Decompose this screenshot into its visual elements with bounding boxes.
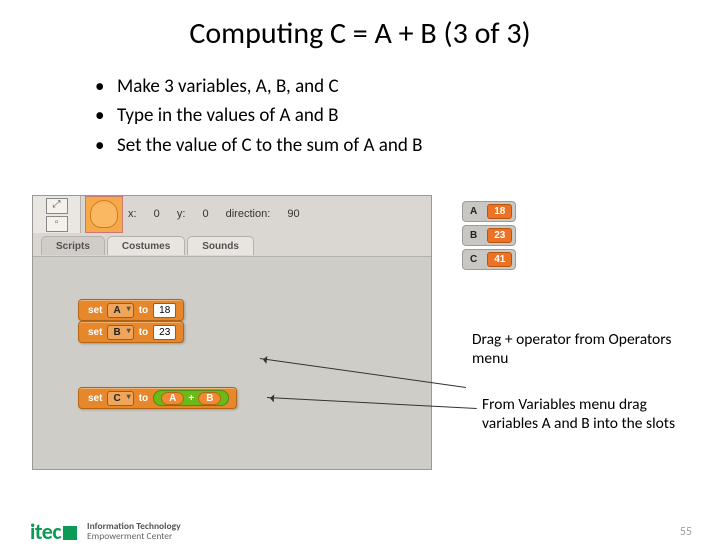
footer: itec Information TechnologyEmpowerment C… xyxy=(30,518,181,545)
monitor-a: A 18 xyxy=(462,201,516,222)
value-input-a[interactable]: 18 xyxy=(153,303,176,318)
y-value: 0 xyxy=(202,208,208,220)
bullet-list: Make 3 variables, A, B, and C Type in th… xyxy=(95,72,720,160)
to-label: to xyxy=(139,305,148,316)
annotation-1: Drag + operator from Operators menu xyxy=(472,330,682,369)
tab-costumes[interactable]: Costumes xyxy=(107,236,185,255)
var-dropdown-b[interactable]: B xyxy=(107,325,133,340)
tab-scripts[interactable]: Scripts xyxy=(41,236,105,255)
bullet-item: Set the value of C to the sum of A and B xyxy=(95,131,720,160)
block-set-c[interactable]: set C to A + B xyxy=(78,387,237,409)
cat-icon xyxy=(90,200,118,228)
y-label: y: xyxy=(177,208,186,220)
sprite-coords: x: 0 y: 0 direction: 90 xyxy=(128,208,314,220)
set-label: set xyxy=(88,327,102,338)
block-set-b[interactable]: set B to 23 xyxy=(78,321,184,343)
x-value: 0 xyxy=(154,208,160,220)
annotation-2: From Variables menu drag variables A and… xyxy=(482,395,692,434)
operand-b-pill[interactable]: B xyxy=(198,392,221,405)
monitor-c: C 41 xyxy=(462,249,516,270)
var-dropdown-a[interactable]: A xyxy=(107,303,133,318)
monitor-a-value: 18 xyxy=(487,204,512,219)
stage-controls: ⤢ ▫ xyxy=(33,196,81,233)
expand-icon[interactable]: ⤢ xyxy=(46,198,68,214)
plus-sign: + xyxy=(188,393,194,404)
tab-row: Scripts Costumes Sounds xyxy=(41,236,254,255)
script-area[interactable]: set A to 18 set B to 23 set C to A + B xyxy=(33,256,431,469)
monitor-b-label: B xyxy=(470,230,477,241)
scratch-editor: ⤢ ▫ x: 0 y: 0 direction: 90 Scripts Cost… xyxy=(32,195,432,470)
monitor-c-label: C xyxy=(470,254,477,265)
logo-text: Information TechnologyEmpowerment Center xyxy=(87,522,181,542)
tab-sounds[interactable]: Sounds xyxy=(187,236,254,255)
monitor-c-value: 41 xyxy=(487,252,512,267)
var-dropdown-c[interactable]: C xyxy=(107,391,133,406)
x-label: x: xyxy=(128,208,137,220)
monitor-b-value: 23 xyxy=(487,228,512,243)
set-label: set xyxy=(88,305,102,316)
slide-title: Computing C = A + B (3 of 3) xyxy=(0,15,720,52)
logo-square-icon xyxy=(63,526,77,540)
to-label: to xyxy=(139,327,148,338)
operand-a-pill[interactable]: A xyxy=(161,392,184,405)
block-set-a[interactable]: set A to 18 xyxy=(78,299,184,321)
screenshot-region: ⤢ ▫ x: 0 y: 0 direction: 90 Scripts Cost… xyxy=(32,195,690,470)
plus-operator[interactable]: A + B xyxy=(153,390,229,406)
to-label: to xyxy=(139,393,148,404)
sprite-thumbnail[interactable] xyxy=(85,196,123,233)
collapse-icon[interactable]: ▫ xyxy=(46,216,68,232)
monitor-b: B 23 xyxy=(462,225,516,246)
set-label: set xyxy=(88,393,102,404)
bullet-item: Type in the values of A and B xyxy=(95,101,720,130)
monitor-a-label: A xyxy=(470,206,477,217)
dir-value: 90 xyxy=(287,208,299,220)
page-number: 55 xyxy=(680,525,692,539)
logo: itec xyxy=(30,518,77,545)
dir-label: direction: xyxy=(226,208,271,220)
value-input-b[interactable]: 23 xyxy=(153,325,176,340)
bullet-item: Make 3 variables, A, B, and C xyxy=(95,72,720,101)
